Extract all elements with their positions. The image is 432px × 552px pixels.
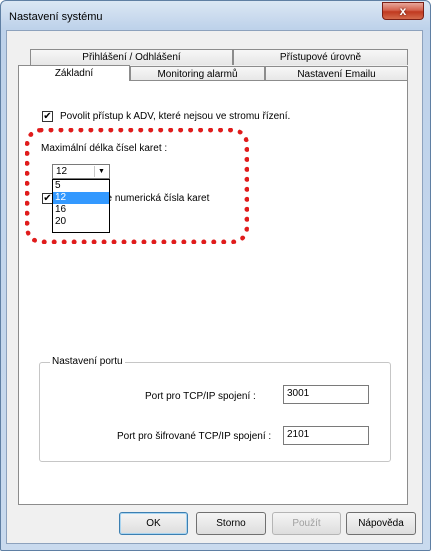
- dropdown-option[interactable]: 5: [53, 180, 109, 192]
- tab-login-logout[interactable]: Přihlášení / Odhlášení: [30, 49, 233, 65]
- tcp-port-field[interactable]: 3001: [283, 385, 369, 404]
- tab-access-levels[interactable]: Přístupové úrovně: [233, 49, 408, 65]
- tcp-port-label: Port pro TCP/IP spojení :: [145, 391, 256, 402]
- encrypted-port-label: Port pro šifrované TCP/IP spojení :: [117, 431, 272, 442]
- dropdown-option[interactable]: 20: [53, 216, 109, 228]
- close-icon: x: [399, 4, 407, 18]
- tab-alarm-monitoring[interactable]: Monitoring alarmů: [130, 66, 265, 81]
- tab-label: Základní: [54, 68, 94, 79]
- window-title: Nastavení systému: [9, 11, 103, 23]
- port-group-title: Nastavení portu: [50, 356, 125, 367]
- chevron-down-icon[interactable]: ▼: [94, 166, 108, 177]
- tab-label: Přihlášení / Odhlášení: [82, 52, 181, 63]
- card-length-label: Maximální délka čísel karet :: [41, 143, 168, 154]
- cancel-button[interactable]: Storno: [196, 512, 266, 535]
- numeric-only-label: uze numerická čísla karet: [96, 193, 210, 204]
- card-length-select[interactable]: 12 ▼: [52, 164, 110, 179]
- tab-email-settings[interactable]: Nastavení Emailu: [265, 66, 408, 81]
- tab-label: Nastavení Emailu: [297, 68, 376, 80]
- adv-access-label: Povolit přístup k ADV, které nejsou ve s…: [60, 111, 291, 122]
- check-icon: ✔: [43, 111, 52, 122]
- ok-button[interactable]: OK: [119, 512, 188, 535]
- adv-access-checkbox[interactable]: ✔: [42, 111, 53, 122]
- card-length-value: 12: [56, 166, 68, 177]
- card-length-dropdown: 5 12 16 20: [52, 179, 110, 233]
- tab-label: Monitoring alarmů: [157, 68, 238, 80]
- encrypted-port-field[interactable]: 2101: [283, 426, 369, 445]
- check-icon: ✔: [43, 193, 52, 204]
- close-button[interactable]: x: [382, 2, 424, 20]
- tab-label: Přístupové úrovně: [279, 52, 362, 63]
- port-settings-group: [39, 362, 391, 462]
- tab-basic[interactable]: Základní: [18, 65, 130, 81]
- help-button[interactable]: Nápověda: [346, 512, 416, 535]
- dropdown-option[interactable]: 16: [53, 204, 109, 216]
- apply-button[interactable]: Použít: [272, 512, 341, 535]
- dropdown-option-selected[interactable]: 12: [53, 192, 109, 204]
